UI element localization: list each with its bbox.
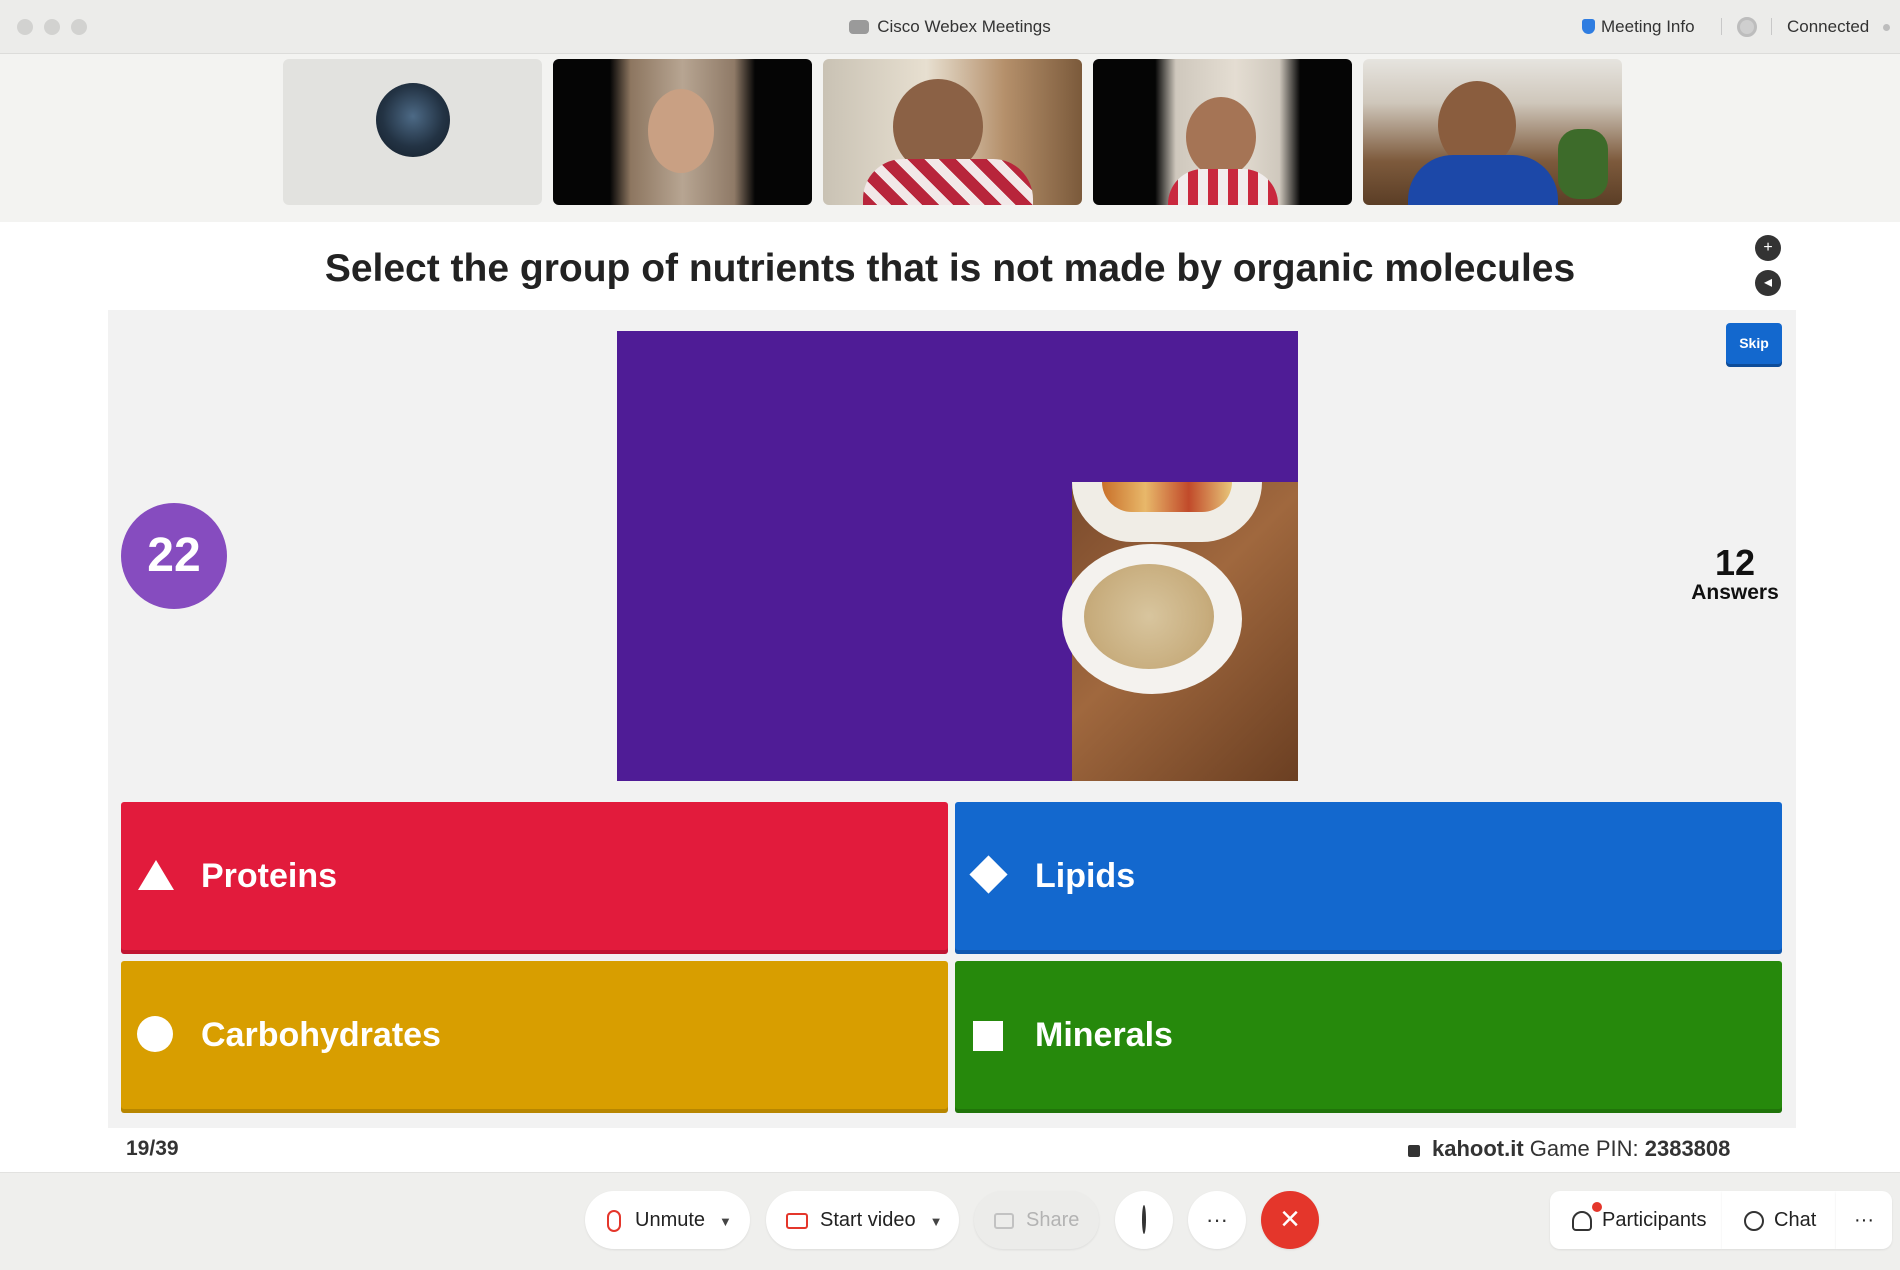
- reactions-button[interactable]: [1115, 1191, 1173, 1249]
- game-pin-info: kahoot.it Game PIN: 2383808: [1408, 1136, 1730, 1162]
- answer-label: Minerals: [1035, 1016, 1173, 1054]
- fullscreen-icon[interactable]: +: [1755, 235, 1781, 261]
- smiley-icon: [1142, 1205, 1146, 1234]
- diamond-icon: [969, 855, 1008, 894]
- unmute-button[interactable]: Unmute ▼: [585, 1191, 750, 1249]
- chat-button[interactable]: Chat: [1722, 1191, 1836, 1249]
- participant-tile-video[interactable]: [1363, 59, 1622, 205]
- answer-option-minerals[interactable]: Minerals: [955, 961, 1782, 1113]
- answers-count: 12: [1714, 542, 1756, 583]
- site-name: kahoot.it: [1432, 1136, 1524, 1161]
- question-progress: 19/39: [126, 1137, 179, 1160]
- participant-tile-video[interactable]: [1093, 59, 1352, 205]
- webex-logo-icon: [849, 20, 870, 34]
- lock-icon: [1408, 1145, 1420, 1157]
- unmute-label: Unmute: [635, 1209, 706, 1231]
- circle-icon: [137, 1016, 173, 1052]
- grain-bowl: [1062, 544, 1242, 694]
- share-icon: [994, 1212, 1014, 1229]
- participant-tile-video[interactable]: [823, 59, 1082, 205]
- end-call-button[interactable]: ×: [1261, 1191, 1319, 1249]
- countdown-timer: 22: [121, 503, 227, 609]
- title-bar: Cisco Webex Meetings Meeting Info Connec…: [0, 0, 1900, 54]
- participant-tile-video[interactable]: [553, 59, 812, 205]
- food-photo: [1062, 482, 1298, 781]
- meeting-info-button[interactable]: Meeting Info: [1582, 17, 1695, 37]
- app-title-text: Cisco Webex Meetings: [877, 17, 1051, 36]
- meeting-info-label: Meeting Info: [1601, 17, 1695, 36]
- more-options-button[interactable]: ···: [1188, 1191, 1246, 1249]
- answer-label: Proteins: [201, 857, 338, 895]
- start-video-button[interactable]: Start video ▼: [766, 1191, 959, 1249]
- plant: [1558, 129, 1608, 199]
- square-icon: [973, 1021, 1003, 1051]
- answer-option-carbohydrates[interactable]: Carbohydrates: [121, 961, 948, 1113]
- status-dot: [1883, 24, 1890, 31]
- game-pin: 2383808: [1644, 1136, 1731, 1161]
- divider: [1771, 18, 1772, 35]
- chat-label: Chat: [1774, 1209, 1817, 1231]
- participant-shirt: [1408, 155, 1558, 205]
- more-panels-button[interactable]: ···: [1836, 1191, 1892, 1249]
- answer-label: Carbohydrates: [201, 1016, 441, 1054]
- settings-icon[interactable]: [1737, 17, 1757, 37]
- participants-button[interactable]: Participants: [1550, 1191, 1722, 1249]
- game-pin-label: Game PIN:: [1529, 1136, 1639, 1161]
- answer-label: Lipids: [1035, 857, 1136, 895]
- participant-face: [1186, 97, 1256, 177]
- participant-tile-avatar[interactable]: [283, 59, 542, 205]
- participant-shirt: [1168, 169, 1278, 205]
- triangle-icon: [138, 860, 174, 890]
- question-image: [617, 331, 1298, 781]
- chat-icon: [1744, 1210, 1764, 1231]
- pasta-bowl: [1072, 482, 1262, 542]
- sound-icon[interactable]: ◂: [1755, 270, 1781, 296]
- participants-notification-badge: [1592, 1202, 1602, 1212]
- skip-button[interactable]: Skip: [1726, 323, 1782, 364]
- divider: [1721, 18, 1722, 35]
- participants-icon: [1572, 1210, 1592, 1231]
- video-off-icon: [786, 1212, 808, 1229]
- answer-option-proteins[interactable]: Proteins: [121, 802, 948, 954]
- share-label: Share: [1026, 1209, 1080, 1231]
- participant-shirt: [863, 159, 1033, 205]
- chevron-down-icon[interactable]: ▼: [930, 1193, 943, 1251]
- chevron-down-icon[interactable]: ▼: [719, 1193, 732, 1251]
- shield-icon: [1582, 19, 1595, 34]
- participants-label: Participants: [1602, 1209, 1707, 1231]
- avatar: [376, 83, 450, 157]
- start-video-label: Start video: [820, 1209, 916, 1231]
- close-icon: ×: [1280, 1200, 1300, 1238]
- question-title: Select the group of nutrients that is no…: [324, 247, 1576, 290]
- answer-option-lipids[interactable]: Lipids: [955, 802, 1782, 954]
- answers-label: Answers: [1691, 581, 1779, 604]
- share-button[interactable]: Share: [974, 1191, 1099, 1249]
- connection-status: Connected: [1787, 17, 1870, 36]
- microphone-muted-icon: [607, 1209, 621, 1232]
- participant-face: [648, 89, 714, 173]
